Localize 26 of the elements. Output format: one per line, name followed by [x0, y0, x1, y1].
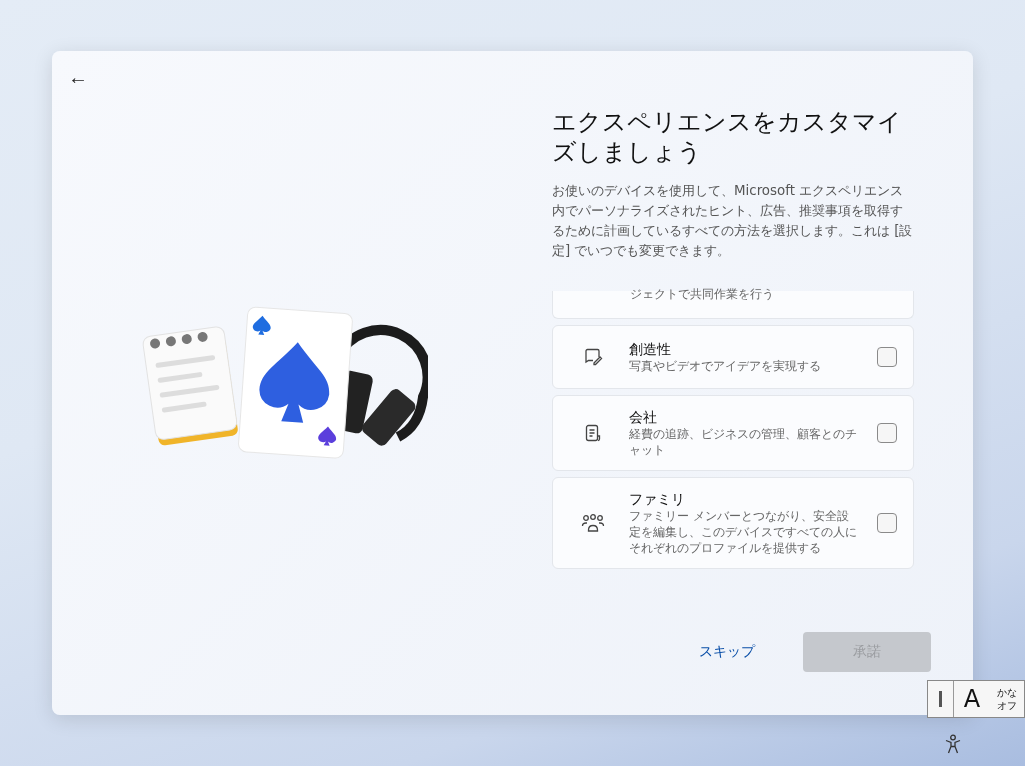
kana-label: オフ: [997, 699, 1017, 712]
option-title: ファミリ: [629, 490, 686, 508]
accessibility-icon[interactable]: [944, 734, 962, 754]
option-card[interactable]: ファミリ ファミリー メンバーとつながり、安全設定を編集し、このデバイスですべての人にそれぞれのプロファイルを提供する: [552, 477, 914, 569]
checkbox[interactable]: [877, 513, 897, 533]
checkbox[interactable]: [877, 423, 897, 443]
option-description: ファミリー メンバーとつながり、安全設定を編集し、このデバイスですべての人にそれぞれのプロファイルを提供する: [629, 508, 857, 556]
option-description: 経費の追跡、ビジネスの管理、顧客とのチャット: [629, 426, 857, 458]
ime-indicator[interactable]: A かな オフ: [927, 680, 1025, 718]
option-title: 会社: [629, 408, 658, 426]
grip-icon: [939, 691, 942, 707]
option-card[interactable]: 会社 経費の追跡、ビジネスの管理、顧客とのチャット: [552, 395, 914, 471]
option-description: ジェクトで共同作業を行う: [630, 288, 775, 300]
option-card[interactable]: 創造性 写真やビデオでアイデアを実現する: [552, 325, 914, 389]
edit-note-icon: [583, 347, 603, 367]
input-mode-text: A: [962, 684, 982, 715]
back-button[interactable]: ←: [66, 65, 90, 89]
document-icon: [583, 423, 603, 443]
option-title: 創造性: [629, 340, 672, 358]
kana-label: かな: [997, 686, 1017, 699]
skip-link[interactable]: スキップ: [699, 643, 755, 661]
option-description: 写真やビデオでアイデアを実現する: [629, 358, 822, 374]
people-icon: [581, 513, 605, 533]
description-text: お使いのデバイスを使用して、Microsoft エクスペリエンス内でパーソナライズされたヒント、広告、推奨事項を取得するために計画しているすべての方法を選択します。これは [設定] でいつでも変更できます。: [552, 182, 914, 260]
checkbox[interactable]: [877, 347, 897, 367]
dialog-title: エクスペリエンスをカスタマイズしましょう: [552, 107, 903, 167]
